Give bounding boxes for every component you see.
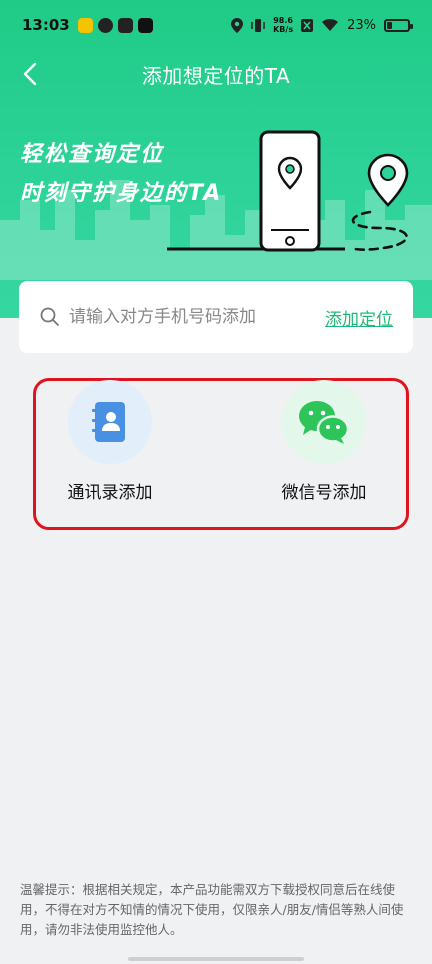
back-arrow-icon[interactable]: [18, 60, 46, 88]
network-speed: 98.6 KB/s: [273, 16, 294, 34]
mail-icon: [117, 17, 133, 33]
tiktok-icon: [137, 17, 153, 33]
contacts-icon-circle: [68, 380, 152, 464]
wechat-option-label: 微信号添加: [281, 483, 367, 503]
search-icon: [40, 307, 59, 326]
contacts-option-label: 通讯录添加: [67, 483, 153, 503]
location-icon: [231, 17, 244, 33]
slogan-line-1: 轻松查询定位: [20, 142, 165, 167]
nav-bar: 添加想定位的TA: [0, 50, 432, 98]
battery-icon: [384, 18, 413, 32]
battery-fill: [387, 21, 392, 29]
hero-banner: 13:03 98.6 KB/s 23% 添加想定位的TA 轻松查询定位 时刻守护…: [0, 0, 432, 318]
wechat-icon-circle: [282, 380, 366, 464]
add-location-link[interactable]: 添加定位: [325, 305, 393, 330]
status-bar: 13:03 98.6 KB/s 23%: [0, 0, 432, 50]
status-indicators: 98.6 KB/s 23%: [231, 16, 413, 34]
vibrate-icon: [251, 18, 265, 32]
usage-tip: 温馨提示：根据相关规定，本产品功能需双方下载授权同意后在线使用，不得在对方不知情…: [20, 882, 404, 937]
contacts-book-icon: [92, 402, 125, 442]
wifi-icon: [322, 18, 339, 31]
page-title: 添加想定位的TA: [141, 63, 291, 88]
wechat-icon: [299, 401, 350, 444]
status-time: 13:03: [22, 16, 70, 34]
phone-location-illustration: [167, 130, 409, 252]
weibo-icon: [77, 17, 93, 33]
add-by-contacts-button[interactable]: 通讯录添加: [60, 380, 160, 503]
phone-search-card: 添加定位: [19, 281, 413, 353]
home-indicator[interactable]: [128, 957, 304, 961]
phone-number-input[interactable]: [69, 307, 325, 327]
status-app-icons: [77, 17, 153, 33]
add-by-wechat-button[interactable]: 微信号添加: [274, 380, 374, 503]
battery-percent: 23%: [347, 17, 376, 33]
sim-icon: [301, 18, 314, 32]
app-icon: [97, 17, 113, 33]
